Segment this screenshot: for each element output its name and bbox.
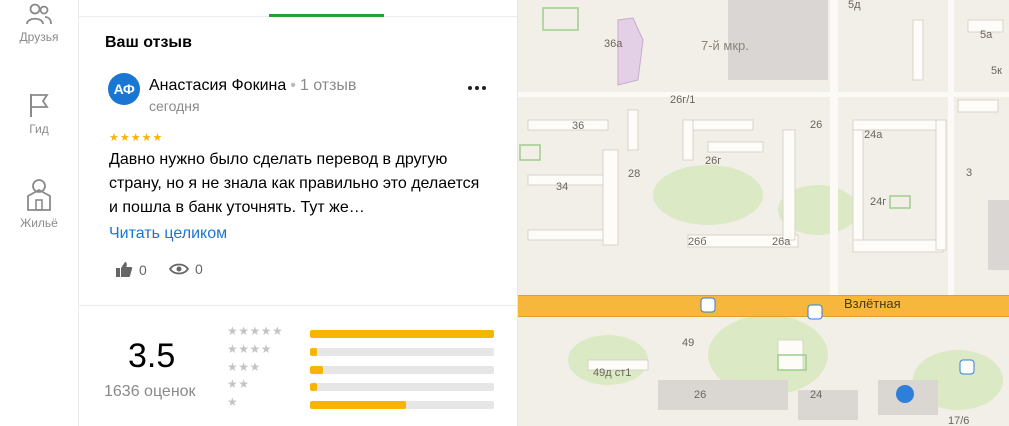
rating-row-5: ★★★★★	[227, 324, 497, 341]
map-label: 26	[694, 389, 706, 401]
rating-bar	[310, 383, 494, 391]
thumbs-up-icon	[116, 262, 133, 277]
map-label: 26г	[705, 155, 721, 167]
rating-bar	[310, 330, 494, 338]
rating-row-stars: ★★★★★	[227, 324, 284, 338]
more-dot-icon	[482, 86, 486, 90]
rating-bar-fill	[310, 366, 323, 374]
nav-label-housing: Жильё	[20, 216, 58, 230]
separator-dot: •	[290, 77, 296, 94]
rating-row-stars: ★★★	[227, 360, 261, 374]
map-label: 5д	[848, 0, 861, 11]
rating-value: 3.5	[128, 337, 176, 375]
street-label: Взлётная	[844, 296, 901, 311]
like-count: 0	[139, 261, 147, 278]
flag-icon	[30, 94, 49, 117]
review-date: сегодня	[149, 98, 200, 114]
rating-bar	[310, 348, 494, 356]
nav-item-friends[interactable]: Друзья	[0, 2, 78, 44]
section-title: Ваш отзыв	[105, 34, 192, 51]
rating-row-3: ★★★	[227, 360, 497, 377]
review-stars: ★★★★★	[109, 132, 164, 144]
rating-row-4: ★★★★	[227, 342, 497, 359]
read-more-link[interactable]: Читать целиком	[109, 225, 227, 243]
friends-icon	[26, 3, 52, 25]
rating-row-1: ★	[227, 395, 497, 412]
house-icon	[27, 179, 51, 211]
map-label: 26	[810, 119, 822, 131]
more-dot-icon	[475, 86, 479, 90]
map-label: 26г/1	[670, 94, 695, 106]
nav-label-friends: Друзья	[19, 30, 59, 44]
rating-bar-fill	[310, 348, 318, 356]
map-label: 34	[556, 181, 568, 193]
map-label: 24	[810, 389, 822, 401]
more-dot-icon	[468, 86, 472, 90]
rating-row-2: ★★	[227, 377, 497, 394]
views-counter: 0	[169, 261, 203, 277]
rating-bar-fill	[310, 401, 406, 409]
nav-label-guide: Гид	[29, 122, 49, 136]
review-text: Давно нужно было сделать перевод в другу…	[109, 151, 480, 216]
map-label: 26а	[772, 236, 791, 248]
map-label: 49д ст1	[593, 367, 631, 379]
district-label: 7-й мкр.	[701, 38, 749, 53]
map-label: 36	[572, 120, 584, 132]
map-view[interactable]: 36а 5д 5а 5к 26г/1 36 26 24а 3 26г 28 34…	[518, 0, 1009, 426]
more-options-button[interactable]	[465, 78, 489, 98]
review-author[interactable]: Анастасия Фокина • 1 отзыв	[149, 77, 356, 95]
rating-row-stars: ★★★★	[227, 342, 273, 356]
section-divider	[79, 305, 517, 306]
nav-rail: Друзья Гид Жильё	[0, 0, 79, 426]
views-count: 0	[195, 261, 203, 277]
map-label: 5а	[980, 29, 993, 41]
nav-item-housing[interactable]: Жильё	[0, 178, 78, 230]
rating-bar-fill	[310, 330, 494, 338]
map-label: 28	[628, 168, 640, 180]
rating-bar	[310, 366, 494, 374]
map-label: 24а	[864, 129, 883, 141]
avatar[interactable]: АФ	[108, 73, 140, 105]
map-label: 26б	[688, 236, 707, 248]
map-canvas[interactable]: 36а 5д 5а 5к 26г/1 36 26 24а 3 26г 28 34…	[518, 0, 1009, 426]
rating-bar	[310, 401, 494, 409]
like-button[interactable]: 0	[115, 261, 147, 278]
review-panel: Ваш отзыв АФ Анастасия Фокина • 1 отзыв се…	[79, 0, 518, 426]
author-name[interactable]: Анастасия Фокина	[149, 77, 286, 94]
map-label: 49	[682, 337, 694, 349]
map-label: 36а	[604, 38, 623, 50]
rating-row-stars: ★	[227, 395, 239, 409]
rating-row-stars: ★★	[227, 377, 250, 391]
map-label: 24г	[870, 196, 886, 208]
active-tab-indicator	[269, 14, 384, 17]
author-review-count: 1 отзыв	[299, 77, 357, 94]
map-label: 5к	[991, 65, 1002, 77]
map-label: 3	[966, 167, 972, 179]
eye-icon	[169, 263, 189, 275]
map-label: 17/6	[948, 415, 969, 426]
rating-count: 1636 оценок	[104, 383, 196, 400]
rating-bar-fill	[310, 383, 318, 391]
nav-item-guide[interactable]: Гид	[0, 92, 78, 136]
